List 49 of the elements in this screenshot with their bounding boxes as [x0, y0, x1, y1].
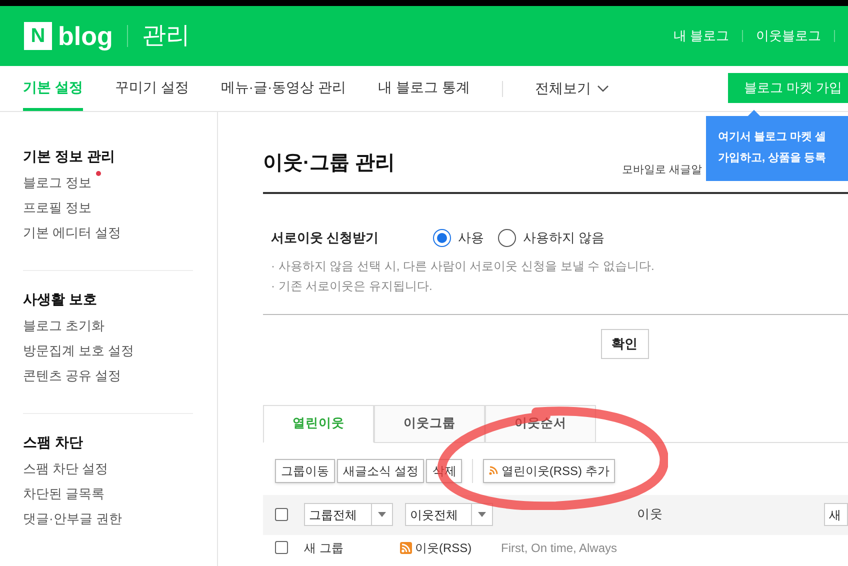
sidebar-heading: 기본 정보 관리 [23, 147, 116, 166]
checkbox[interactable] [275, 508, 288, 521]
rss-icon [400, 542, 412, 554]
column-select[interactable]: 새 [824, 503, 848, 526]
nav-tab[interactable]: 꾸미기 설정 [114, 66, 189, 111]
setting-label: 서로이웃 신청받기 [271, 229, 380, 247]
sidebar-heading: 사생활 보호 [23, 290, 98, 309]
caret-down-icon [378, 512, 386, 517]
view-all-dropdown[interactable]: 전체보기 [534, 66, 609, 111]
sidebar-link[interactable]: 블로그 정보 [23, 173, 92, 192]
radio-button[interactable] [498, 228, 516, 247]
note-text: · 사용하지 않음 선택 시, 다른 사람이 서로이웃 신청을 보낼 수 없습니다. [271, 258, 656, 274]
tooltip-text: 가입하고, 상품을 등록 [718, 151, 828, 166]
page-title: 이웃·그룹 관리 [263, 151, 396, 176]
column-header: 이웃 [637, 506, 663, 524]
mobile-note: 모바일로 새글알 [622, 162, 702, 178]
tooltip-text: 여기서 블로그 마켓 셀 [718, 130, 828, 145]
note-text: · 기존 서로이웃은 유지됩니다. [271, 278, 434, 294]
action-button[interactable]: 그룹이동 [275, 458, 335, 482]
table-cell-text: First, On time, Always [501, 540, 618, 556]
table-cell-text: 이웃(RSS) [415, 540, 473, 556]
confirm-button[interactable]: 확인 [600, 328, 648, 358]
filter-select[interactable]: 그룹전체 [304, 503, 393, 526]
header-title: 관리 [142, 21, 190, 51]
radio-option[interactable]: 사용 [433, 228, 484, 248]
sidebar-link[interactable]: 기본 에디터 설정 [23, 223, 122, 242]
nav-tab[interactable]: 메뉴·글·동영상 관리 [220, 66, 346, 111]
table-cell-text: 새 그룹 [304, 540, 344, 556]
rss-add-button[interactable]: 열린이웃(RSS) 추가 [483, 458, 616, 482]
nav-tab[interactable]: 내 블로그 통계 [378, 66, 470, 111]
content-tab[interactable]: 이웃그룹 [374, 404, 485, 442]
sidebar-link[interactable]: 콘텐츠 공유 설정 [23, 366, 122, 386]
logo-mark: N [24, 22, 52, 50]
sidebar-link[interactable]: 댓글·안부글 권한 [23, 509, 122, 528]
sidebar-link[interactable]: 스팸 차단 설정 [23, 459, 108, 478]
sidebar-link[interactable]: 프로필 정보 [23, 198, 92, 218]
sidebar-heading: 스팸 차단 [23, 433, 84, 452]
chevron-down-icon [596, 84, 609, 92]
caret-down-icon [478, 512, 486, 517]
rss-icon [489, 466, 498, 475]
sidebar-link[interactable]: 방문집계 보호 설정 [23, 341, 134, 360]
sidebar-link[interactable]: 블로그 초기화 [23, 316, 105, 336]
radio-option[interactable]: 사용하지 않음 [498, 228, 605, 248]
radio-button[interactable] [433, 228, 451, 247]
filter-select[interactable]: 이웃전체 [405, 503, 493, 526]
checkbox[interactable] [275, 541, 288, 554]
action-button[interactable]: 새글소식 설정 [337, 458, 424, 482]
logo-text: blog [58, 20, 113, 52]
sidebar-link[interactable]: 차단된 글목록 [23, 484, 105, 504]
